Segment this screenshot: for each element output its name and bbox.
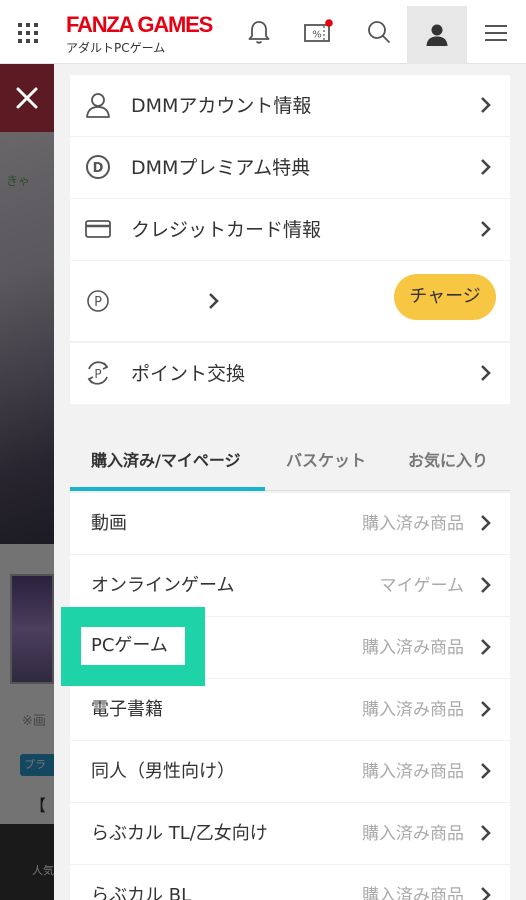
list-item-sublabel: 購入済み商品 <box>362 700 464 720</box>
menu-item-points[interactable]: P チャージ <box>70 261 510 341</box>
chevron-right-icon <box>481 763 491 779</box>
list-item-sublabel: 購入済み商品 <box>362 514 464 534</box>
list-item-label: 電子書籍 <box>91 699 163 720</box>
menu-item-dmm-account[interactable]: DMMアカウント情報 <box>70 75 510 136</box>
user-icon <box>86 93 110 118</box>
credit-card-icon <box>85 220 111 238</box>
chevron-right-icon <box>481 825 491 841</box>
chevron-right-icon <box>481 639 491 655</box>
close-icon <box>16 87 38 109</box>
list-item-video[interactable]: 動画 購入済み商品 <box>70 493 510 554</box>
list-item-label: 同人（男性向け） <box>91 761 235 782</box>
list-item-sublabel: 購入済み商品 <box>362 638 464 658</box>
purchase-tabs: 購入済み/マイページ バスケット お気に入り <box>70 436 510 491</box>
chevron-right-icon <box>481 221 491 237</box>
list-item-doujin-male[interactable]: 同人（男性向け） 購入済み商品 <box>70 741 510 802</box>
header: FANZA GAMES アダルトPCゲーム % <box>0 0 526 64</box>
close-menu-button[interactable] <box>0 64 54 132</box>
chevron-right-icon <box>481 365 491 381</box>
menu-item-label: クレジットカード情報 <box>131 219 322 241</box>
logo-subtitle: アダルトPCゲーム <box>66 41 166 55</box>
menu-item-point-exchange[interactable]: P ポイント交換 <box>70 343 510 404</box>
svg-text:P: P <box>94 295 102 310</box>
point-exchange-icon: P <box>87 361 109 385</box>
hamburger-menu-icon[interactable] <box>485 25 507 41</box>
bell-icon[interactable] <box>245 18 273 46</box>
chevron-right-icon <box>481 97 491 113</box>
overlay-scrim[interactable] <box>0 64 54 900</box>
tab-purchased-mypage[interactable]: 購入済み/マイページ <box>91 436 241 491</box>
list-item-sublabel: 購入済み商品 <box>362 824 464 844</box>
app-grid-icon[interactable] <box>18 23 40 45</box>
search-icon[interactable] <box>365 18 393 46</box>
list-item-label: らぶカル BL <box>91 885 192 900</box>
active-tab-indicator <box>70 487 265 491</box>
fanza-games-logo[interactable]: FANZA GAMES <box>66 13 213 37</box>
chevron-right-icon <box>481 577 491 593</box>
list-item-lovecul-tl[interactable]: らぶカル TL/乙女向け 購入済み商品 <box>70 803 510 864</box>
menu-item-label: DMMアカウント情報 <box>131 95 312 117</box>
highlighted-pc-game-label[interactable]: PCゲーム <box>81 627 185 665</box>
list-item-sublabel: 購入済み商品 <box>362 886 464 900</box>
chevron-right-icon <box>209 293 219 309</box>
tab-favorites[interactable]: お気に入り <box>408 436 488 491</box>
list-item-label: らぶカル TL/乙女向け <box>91 823 268 844</box>
user-icon <box>426 24 448 46</box>
charge-button[interactable]: チャージ <box>394 274 496 320</box>
menu-item-label: DMMプレミアム特典 <box>131 157 311 179</box>
account-drawer: DMMアカウント情報 D DMMプレミアム特典 クレジットカード情報 P チャー… <box>54 64 526 900</box>
tab-basket[interactable]: バスケット <box>286 436 366 491</box>
list-item-sublabel: マイゲーム <box>379 576 465 596</box>
svg-text:%: % <box>312 30 322 41</box>
menu-item-dmm-premium[interactable]: D DMMプレミアム特典 <box>70 137 510 198</box>
list-item-label: 動画 <box>91 513 127 534</box>
coupon-icon[interactable]: % <box>303 18 335 46</box>
premium-d-icon: D <box>86 155 110 179</box>
point-icon: P <box>87 290 109 312</box>
chevron-right-icon <box>481 701 491 717</box>
menu-item-label: ポイント交換 <box>131 363 246 385</box>
list-item-label: オンラインゲーム <box>91 575 235 596</box>
menu-item-credit-card[interactable]: クレジットカード情報 <box>70 199 510 260</box>
chevron-right-icon <box>481 887 491 900</box>
chevron-right-icon <box>481 515 491 531</box>
list-item-lovecul-bl[interactable]: らぶカル BL 購入済み商品 <box>70 865 510 900</box>
svg-text:D: D <box>93 161 104 176</box>
background-page: きゃ ※画 プラ 【 人気 <box>0 64 54 900</box>
account-button[interactable] <box>407 6 467 64</box>
svg-text:P: P <box>94 367 101 381</box>
chevron-right-icon <box>481 159 491 175</box>
list-item-sublabel: 購入済み商品 <box>362 762 464 782</box>
list-item-ebook[interactable]: 電子書籍 購入済み商品 <box>70 679 510 740</box>
